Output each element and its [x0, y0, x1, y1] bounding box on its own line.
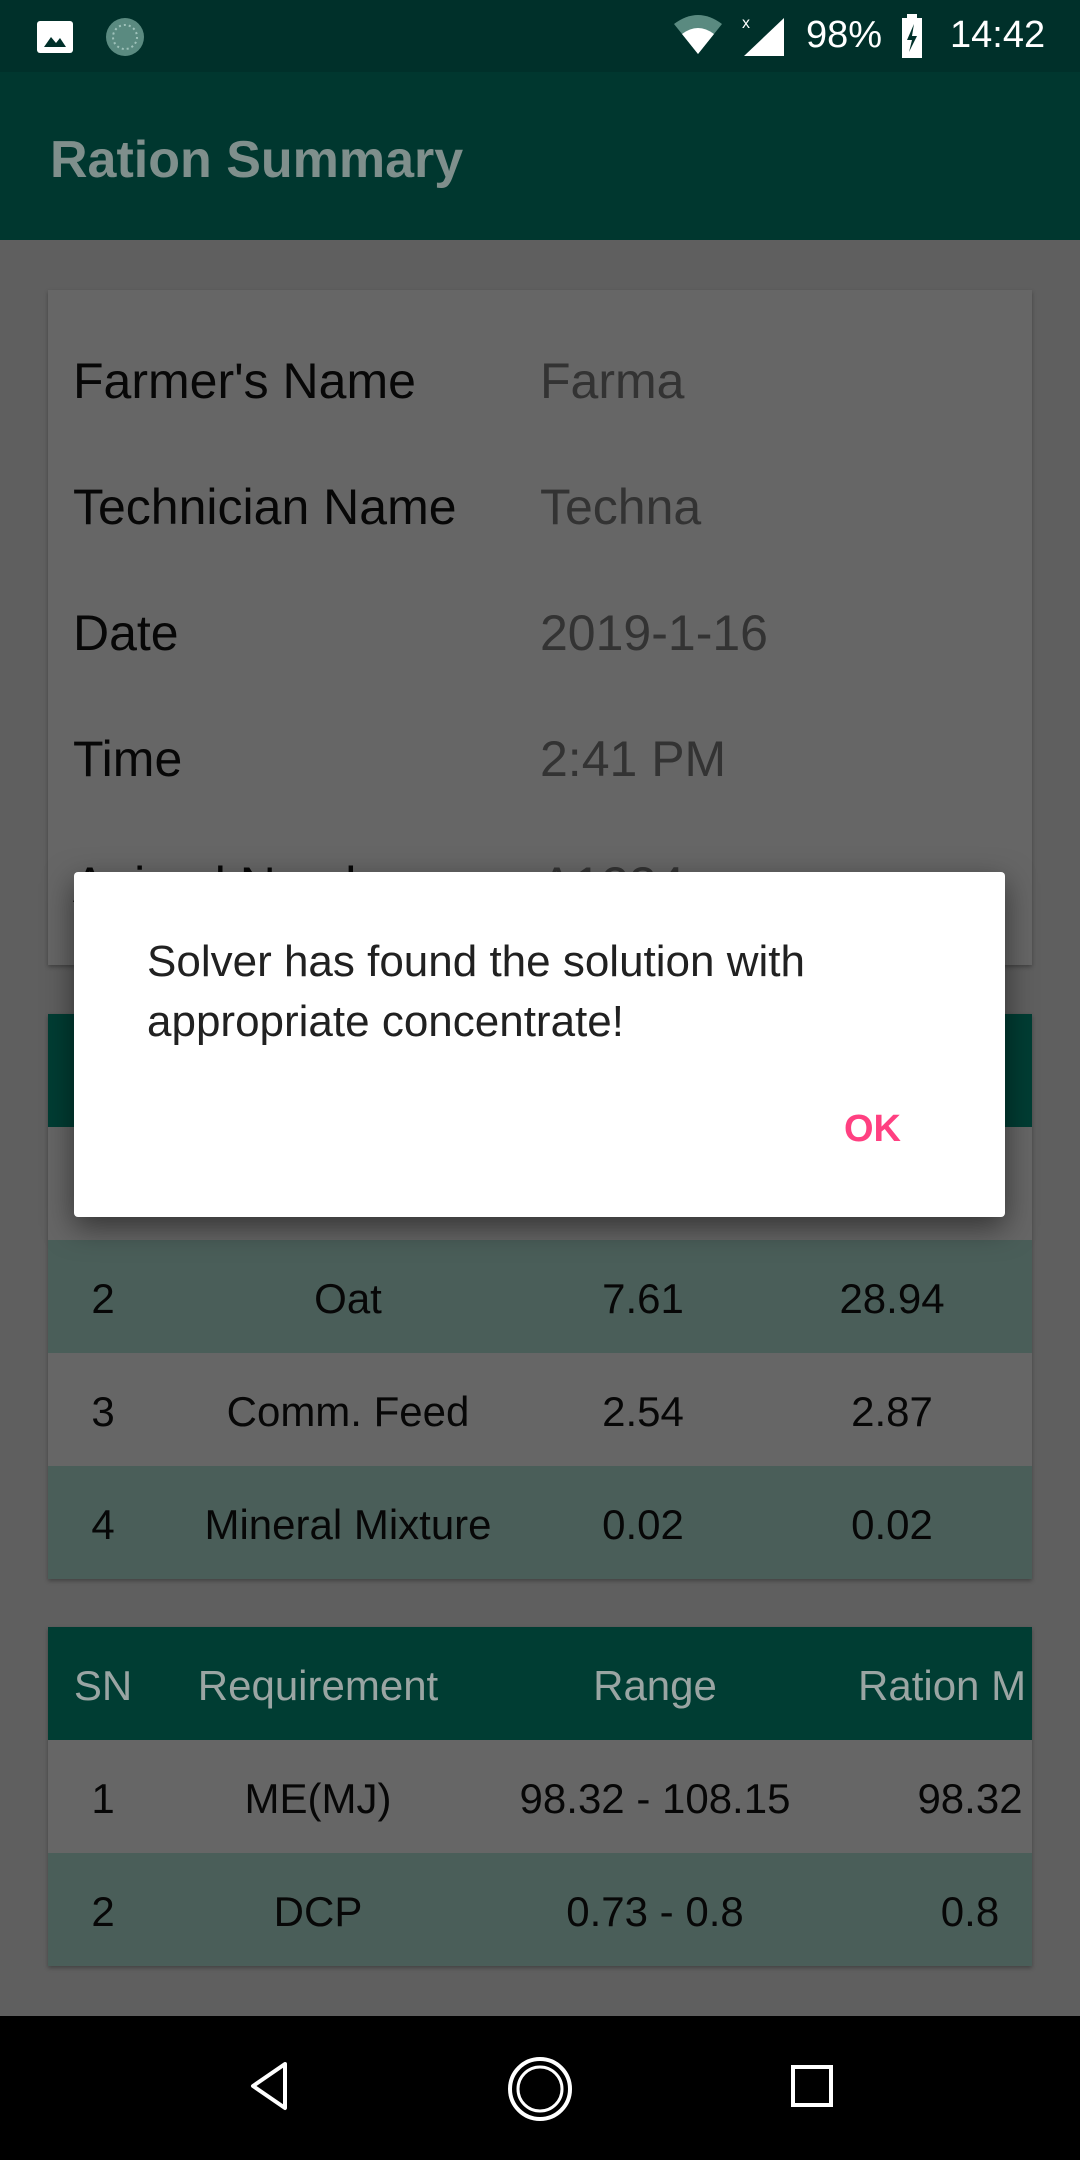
ok-button[interactable]: OK [844, 1108, 901, 1151]
cell-sn: 2 [91, 1888, 115, 1935]
header-ration: Ration M [858, 1662, 1027, 1709]
table-row: 2 Oat 7.61 28.94 [48, 1240, 1032, 1353]
solver-dialog: Solver has found the solution with appro… [74, 872, 1005, 1217]
clock: 14:42 [950, 14, 1046, 56]
cell-range: 0.73 - 0.8 [566, 1888, 744, 1935]
header-sn: SN [73, 1662, 133, 1709]
cell-value: 28.94 [839, 1275, 945, 1322]
info-label: Farmer's Name [73, 353, 416, 409]
loading-icon [106, 18, 144, 56]
cell-value: 7.61 [602, 1275, 684, 1322]
info-value: 2019-1-16 [540, 605, 768, 661]
status-bar: x 98% 14:42 [0, 0, 1080, 72]
back-icon[interactable] [245, 2056, 295, 2116]
svg-text:x: x [742, 15, 750, 32]
page-title: Ration Summary [50, 131, 464, 189]
battery-percent: 98% [806, 14, 883, 56]
app-bar: Ration Summary [0, 72, 1080, 240]
info-label: Time [73, 731, 183, 787]
info-row-technician: Technician Name Techna [73, 478, 701, 536]
cell-sn: 1 [91, 1775, 115, 1822]
header-requirement: Requirement [197, 1662, 439, 1709]
cell-value: 0.02 [602, 1501, 684, 1548]
info-value: Techna [540, 479, 702, 535]
wifi-icon [674, 15, 722, 54]
cell-name: Comm. Feed [226, 1388, 470, 1435]
cell-ration: 98.32 [917, 1775, 1023, 1822]
table-row: 2 DCP 0.73 - 0.8 0.8 [48, 1853, 1032, 1966]
info-label: Technician Name [73, 479, 457, 535]
info-row-date: Date 2019-1-16 [73, 604, 768, 662]
table-row: 4 Mineral Mixture 0.02 0.02 [48, 1466, 1032, 1579]
battery-charging-icon [902, 14, 922, 58]
cell-value: 0.02 [851, 1501, 933, 1548]
cell-requirement: DCP [273, 1888, 363, 1935]
info-card: Farmer's Name Farma Technician Name Techna… [48, 290, 1032, 965]
cell-range: 98.32 - 108.15 [519, 1775, 791, 1822]
navigation-bar [0, 2016, 1080, 2160]
home-icon[interactable] [505, 2054, 575, 2124]
image-icon [37, 21, 73, 53]
recents-icon[interactable] [790, 2064, 834, 2108]
table-header: SN Requirement Range Ration M [48, 1627, 1032, 1740]
table-row: 1 ME(MJ) 98.32 - 108.15 98.32 [48, 1740, 1032, 1853]
cell-requirement: ME(MJ) [244, 1775, 392, 1822]
cell-sn: 3 [91, 1388, 115, 1435]
header-range: Range [593, 1662, 717, 1709]
cell-sn: 2 [91, 1275, 115, 1322]
cell-name: Oat [314, 1275, 382, 1322]
cell-sn: 4 [91, 1501, 115, 1548]
info-value: Farma [540, 353, 685, 409]
info-row-time: Time 2:41 PM [73, 730, 726, 788]
info-row-farmer: Farmer's Name Farma [73, 352, 684, 410]
table-row: 3 Comm. Feed 2.54 2.87 [48, 1353, 1032, 1466]
info-value: 2:41 PM [540, 731, 727, 787]
info-label: Date [73, 605, 179, 661]
cell-ration: 0.8 [940, 1888, 1000, 1935]
cell-value: 2.54 [602, 1388, 684, 1435]
dialog-message: Solver has found the solution with appro… [147, 937, 805, 1046]
signal-icon: x [742, 15, 784, 56]
requirement-table: SN Requirement Range Ration M 1 ME(MJ) 98.32 … [48, 1627, 1032, 1966]
cell-value: 2.87 [851, 1388, 933, 1435]
cell-name: Mineral Mixture [204, 1501, 492, 1548]
